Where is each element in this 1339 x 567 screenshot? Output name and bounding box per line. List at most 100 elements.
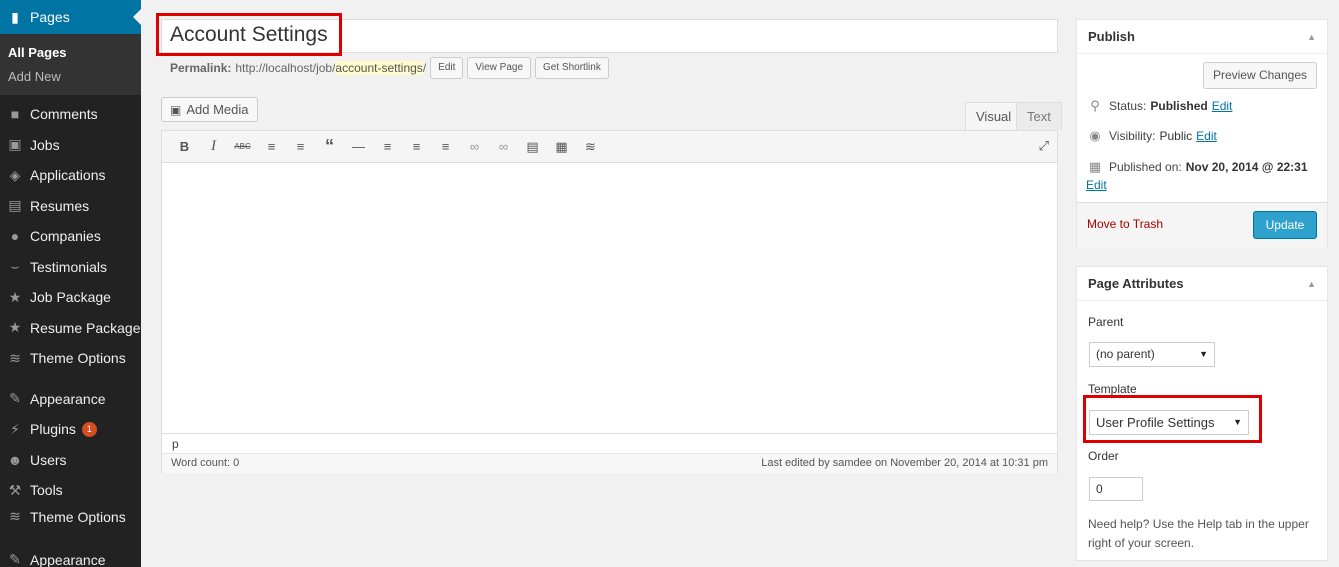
menu-label: Resume Package: [30, 319, 141, 336]
edit-visibility-link[interactable]: Edit: [1196, 129, 1217, 143]
status-value: Published: [1150, 99, 1208, 113]
strikethrough-icon[interactable]: ABC: [228, 142, 257, 151]
template-label: Template: [1088, 382, 1137, 396]
menu-appearance-2[interactable]: ✎ Appearance: [0, 545, 141, 567]
edit-slug-button[interactable]: Edit: [430, 57, 464, 79]
menu-label: Testimonials: [30, 258, 108, 275]
help-text: Need help? Use the Help tab in the upper…: [1088, 517, 1309, 550]
update-button[interactable]: Update: [1253, 211, 1317, 239]
bold-icon[interactable]: B: [170, 139, 199, 154]
attributes-box-header[interactable]: Page Attributes ▲: [1077, 267, 1327, 301]
pages-submenu: All Pages Add New: [0, 34, 141, 95]
fullscreen-icon[interactable]: ⤢: [1039, 138, 1049, 154]
menu-label: Pages: [30, 9, 70, 25]
menu-label: Plugins: [30, 421, 76, 438]
group-icon: ●: [10, 228, 20, 245]
brush-icon: ✎: [9, 551, 21, 567]
publish-title: Publish: [1088, 29, 1135, 44]
edit-status-link[interactable]: Edit: [1212, 99, 1233, 113]
menu-jobs[interactable]: ▣ Jobs: [0, 130, 141, 161]
preview-changes-button[interactable]: Preview Changes: [1202, 62, 1317, 89]
parent-select[interactable]: (no parent) ▼: [1089, 342, 1215, 367]
align-right-icon[interactable]: ≡: [431, 139, 460, 154]
menu-label: Jobs: [30, 136, 60, 153]
status-row: ⚲ Status: Published Edit: [1087, 98, 1232, 114]
theme-shortcode-icon[interactable]: ≋: [576, 139, 605, 155]
menu-label: Users: [30, 451, 67, 468]
menu-label: Theme Options: [30, 350, 126, 367]
menu-theme-options[interactable]: ≋ Theme Options: [0, 343, 141, 374]
plug-icon: ⚡: [10, 420, 20, 437]
permalink-label: Permalink:: [170, 61, 232, 75]
menu-applications[interactable]: ◈ Applications: [0, 160, 141, 191]
brush-icon: ✎: [9, 390, 21, 407]
menu-theme-options-2[interactable]: ≋ Theme Options: [0, 506, 141, 528]
major-publishing-actions: Move to Trash Update: [1077, 202, 1327, 248]
published-label: Published on:: [1109, 160, 1182, 174]
path-bar: p: [162, 433, 1057, 453]
collapse-arrow-icon[interactable]: ▲: [1307, 20, 1316, 54]
menu-label: Appearance: [30, 390, 106, 407]
link-icon[interactable]: ∞: [460, 139, 489, 154]
tag-icon: ◈: [9, 166, 21, 183]
collapse-arrow-icon[interactable]: ▲: [1307, 267, 1316, 301]
title-highlight-box: [156, 13, 342, 56]
view-page-button[interactable]: View Page: [467, 57, 532, 79]
align-center-icon[interactable]: ≡: [402, 139, 431, 154]
menu-tools[interactable]: ⚒ Tools: [0, 475, 141, 506]
edit-date-row: Edit: [1086, 178, 1107, 192]
comment-icon: ■: [10, 106, 20, 123]
align-left-icon[interactable]: ≡: [373, 139, 402, 154]
numbered-list-icon[interactable]: ≡: [286, 139, 315, 154]
permalink-bar: Permalink: http://localhost/job/account-…: [170, 57, 609, 79]
order-input[interactable]: 0: [1089, 477, 1143, 501]
read-more-icon[interactable]: ▤: [518, 139, 547, 155]
move-to-trash-link[interactable]: Move to Trash: [1087, 217, 1163, 231]
menu-testimonials[interactable]: ⌣ Testimonials: [0, 252, 141, 283]
folder-icon: ▣: [8, 136, 22, 153]
horizontal-line-icon[interactable]: —: [344, 139, 373, 154]
published-value: Nov 20, 2014 @ 22:31: [1185, 160, 1308, 174]
status-label: Status:: [1109, 99, 1147, 113]
menu-label: Theme Options: [30, 508, 126, 525]
menu-label: Applications: [30, 167, 106, 184]
submenu-all-pages[interactable]: All Pages: [0, 41, 141, 65]
pin-icon: ⚲: [1090, 98, 1100, 113]
template-highlight-box: [1083, 395, 1262, 443]
add-media-label: Add Media: [186, 102, 249, 117]
menu-label: Resumes: [30, 197, 90, 214]
tab-visual[interactable]: Visual: [965, 102, 1023, 130]
menu-label: Job Package: [30, 289, 111, 306]
menu-pages[interactable]: ▮ Pages: [0, 0, 141, 34]
attributes-title: Page Attributes: [1088, 276, 1184, 291]
menu-users[interactable]: ☻ Users: [0, 445, 141, 476]
toolbar-toggle-icon[interactable]: ▦: [547, 139, 576, 155]
get-shortlink-button[interactable]: Get Shortlink: [535, 57, 609, 79]
content-editor[interactable]: B I ABC ≡ ≡ “ — ≡ ≡ ≡ ∞ ∞ ▤ ▦ ≋ ⤢ p Word…: [161, 130, 1058, 473]
edit-date-link[interactable]: Edit: [1086, 178, 1107, 192]
publish-box-header[interactable]: Publish ▲: [1077, 20, 1327, 54]
submenu-add-new[interactable]: Add New: [0, 65, 141, 89]
star-icon: ★: [8, 288, 22, 305]
publish-box: Publish ▲ Preview Changes ⚲ Status: Publis…: [1076, 19, 1328, 248]
menu-resumes[interactable]: ▤ Resumes: [0, 191, 141, 222]
menu-companies[interactable]: ● Companies: [0, 221, 141, 252]
parent-select-value: (no parent): [1096, 347, 1155, 361]
menu-plugins[interactable]: ⚡ Plugins 1: [0, 414, 141, 445]
italic-icon[interactable]: I: [199, 138, 228, 155]
add-media-button[interactable]: ▣ Add Media: [161, 97, 258, 122]
blockquote-icon[interactable]: “: [315, 136, 344, 157]
permalink-slug[interactable]: account-settings: [335, 61, 423, 75]
bullet-list-icon[interactable]: ≡: [257, 139, 286, 154]
permalink-base: http://localhost/job/: [235, 61, 336, 75]
wave-icon: ≋: [9, 349, 21, 366]
menu-appearance[interactable]: ✎ Appearance: [0, 384, 141, 415]
visibility-row: ◉ Visibility: Public Edit: [1087, 128, 1217, 144]
menu-comments[interactable]: ■ Comments: [0, 99, 141, 130]
unlink-icon[interactable]: ∞: [489, 139, 518, 154]
tab-text[interactable]: Text: [1016, 102, 1062, 130]
smile-icon: ⌣: [10, 258, 20, 275]
word-count: Word count: 0: [171, 457, 240, 469]
menu-job-package[interactable]: ★ Job Package: [0, 282, 141, 313]
menu-resume-package[interactable]: ★ Resume Package: [0, 313, 141, 344]
